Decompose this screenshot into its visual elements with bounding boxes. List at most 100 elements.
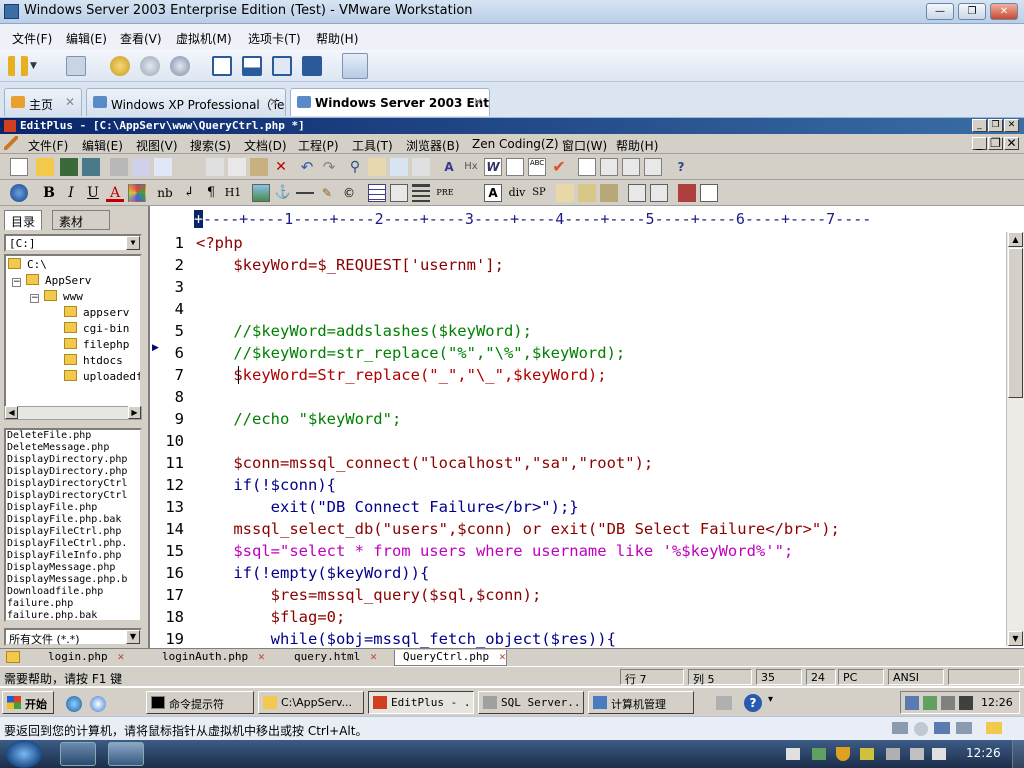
- menu-file[interactable]: 文件(F): [28, 137, 68, 154]
- tab-directory[interactable]: 目录: [4, 210, 43, 230]
- color-picker-icon[interactable]: [128, 184, 146, 202]
- start-button[interactable]: 开始: [2, 691, 54, 714]
- code-line[interactable]: while($obj=mssql_fetch_object($res)){: [196, 630, 616, 648]
- sidebar-icon[interactable]: [212, 56, 232, 76]
- doc-tab-queryctrl[interactable]: QueryCtrl.php ✕: [394, 650, 507, 666]
- pause-icon[interactable]: [8, 56, 28, 76]
- help-icon[interactable]: ?: [744, 694, 762, 712]
- code-area[interactable]: 1 <?php 2 $keyWord=$_REQUEST['usernm']; 3 4 5…: [150, 232, 1006, 648]
- scroll-up-icon[interactable]: ▲: [1008, 232, 1023, 247]
- collapse-icon[interactable]: −: [30, 294, 39, 303]
- copyright-icon[interactable]: ©: [340, 184, 358, 202]
- undo-icon[interactable]: ↶: [298, 158, 316, 176]
- list-item[interactable]: DisplayMessage.php: [6, 562, 140, 574]
- scroll-right-icon[interactable]: ▶: [128, 406, 141, 419]
- close-tab-icon[interactable]: ✕: [65, 95, 75, 109]
- list-item[interactable]: DeleteFile.php: [6, 430, 140, 442]
- close-button[interactable]: ✕: [1004, 137, 1019, 150]
- list-item[interactable]: DisplayFileCtrl.php.: [6, 538, 140, 550]
- close-tab-icon[interactable]: ✕: [370, 650, 377, 663]
- save-all-icon[interactable]: [82, 158, 100, 176]
- tree-item[interactable]: C:\: [8, 258, 47, 271]
- code-line[interactable]: exit("DB Connect Failure</br>");}: [196, 498, 579, 516]
- chevron-icon[interactable]: ▾: [768, 694, 773, 705]
- hex-icon[interactable]: Hx: [462, 158, 480, 176]
- scroll-thumb[interactable]: [1008, 248, 1023, 398]
- tray-icon[interactable]: [886, 748, 900, 760]
- edit-icon[interactable]: ✎: [318, 184, 336, 202]
- code-line[interactable]: $keyWord=$_REQUEST['usernm'];: [196, 256, 504, 274]
- show-desktop-button[interactable]: [1012, 740, 1024, 768]
- tree-item[interactable]: appserv: [64, 306, 129, 319]
- volume-icon[interactable]: [932, 748, 946, 760]
- code-line[interactable]: $flag=0;: [196, 608, 346, 626]
- network-icon[interactable]: [905, 696, 919, 710]
- drive-select[interactable]: [C:] ▼: [4, 234, 142, 252]
- anchor-icon[interactable]: ⚓: [274, 184, 292, 202]
- snapshot-icon[interactable]: [110, 56, 130, 76]
- ie-icon[interactable]: [66, 696, 82, 712]
- find-icon[interactable]: ⚲: [346, 158, 364, 176]
- doc-tab-login[interactable]: login.php ✕: [40, 650, 124, 666]
- font-color-button[interactable]: A: [106, 184, 124, 202]
- menu-tabs[interactable]: 选项卡(T): [248, 30, 301, 47]
- doc-tab-loginauth[interactable]: loginAuth.php ✕: [154, 650, 265, 666]
- code-line[interactable]: if(!empty($keyWord)){: [196, 564, 429, 582]
- heading-button[interactable]: H1: [224, 184, 242, 202]
- new-file-icon[interactable]: [10, 158, 28, 176]
- code-line[interactable]: $conn=mssql_connect("localhost","sa","ro…: [196, 454, 653, 472]
- list-item[interactable]: DeleteMessage.php: [6, 442, 140, 454]
- close-tab-icon[interactable]: ✕: [258, 650, 265, 663]
- taskbar-item-cmd[interactable]: 命令提示符: [146, 691, 254, 714]
- copy-icon[interactable]: [228, 158, 246, 176]
- table-icon[interactable]: [368, 184, 386, 202]
- fullscreen-icon[interactable]: [272, 56, 292, 76]
- div-button[interactable]: div: [506, 184, 528, 202]
- code-line[interactable]: $res=mssql_query($sql,$conn);: [196, 586, 542, 604]
- cdrom-icon[interactable]: [914, 722, 928, 736]
- open-folder-icon[interactable]: [36, 158, 54, 176]
- font-icon[interactable]: A: [440, 158, 458, 176]
- ruler-icon[interactable]: ABC: [528, 158, 546, 176]
- tray-icon[interactable]: [860, 748, 874, 760]
- line-number-icon[interactable]: [506, 158, 524, 176]
- fullscreen-icon[interactable]: [644, 158, 662, 176]
- spell-check-icon[interactable]: [154, 158, 172, 176]
- console-view-icon[interactable]: [242, 56, 262, 76]
- code-line[interactable]: mssql_select_db("users",$conn) or exit("…: [196, 520, 840, 538]
- toolbar-icon[interactable]: [650, 184, 668, 202]
- output-window-icon[interactable]: [578, 158, 596, 176]
- word-wrap-icon[interactable]: W: [484, 158, 502, 176]
- pre-button[interactable]: PRE: [434, 184, 456, 202]
- volume-icon[interactable]: [959, 696, 973, 710]
- list-item[interactable]: Downloadfile.php: [6, 586, 140, 598]
- tab-home[interactable]: 主页 ✕: [4, 88, 82, 116]
- layout-icon[interactable]: [628, 184, 646, 202]
- list-item[interactable]: DisplayDirectoryCtrl: [6, 478, 140, 490]
- hdd-icon[interactable]: [892, 722, 908, 734]
- list-item[interactable]: failure.php: [6, 598, 140, 610]
- menu-view[interactable]: 查看(V): [120, 30, 162, 47]
- check-icon[interactable]: ✔: [550, 158, 568, 176]
- unity-icon[interactable]: [302, 56, 322, 76]
- tray-icon[interactable]: [786, 748, 800, 760]
- indent-icon[interactable]: [412, 158, 430, 176]
- chevron-down-icon[interactable]: ▼: [126, 236, 140, 250]
- sql-tray-icon[interactable]: [941, 696, 955, 710]
- close-tab-icon[interactable]: ✕: [499, 650, 506, 663]
- code-editor[interactable]: +----+----1----+----2----+----3----+----…: [148, 206, 1024, 648]
- bold-button[interactable]: B: [40, 184, 58, 202]
- list-item[interactable]: DisplayDirectory.php: [6, 454, 140, 466]
- save-icon[interactable]: [60, 158, 78, 176]
- replace-icon[interactable]: [368, 158, 386, 176]
- restore-button[interactable]: ❐: [988, 119, 1003, 132]
- taskbar-item-computer-management[interactable]: 计算机管理: [588, 691, 694, 714]
- tab-windows-server-2003[interactable]: Windows Server 2003 Ent... ✕: [290, 88, 490, 116]
- menu-view[interactable]: 视图(V): [136, 137, 178, 154]
- taskbar-item-sql-server[interactable]: SQL Server...: [478, 691, 584, 714]
- menu-window[interactable]: 窗口(W): [562, 137, 607, 154]
- paste-icon[interactable]: [250, 158, 268, 176]
- file-filter-select[interactable]: 所有文件 (*.*) ▼: [4, 628, 142, 646]
- network-adapter-icon[interactable]: [934, 722, 950, 734]
- menu-help[interactable]: 帮助(H): [316, 30, 358, 47]
